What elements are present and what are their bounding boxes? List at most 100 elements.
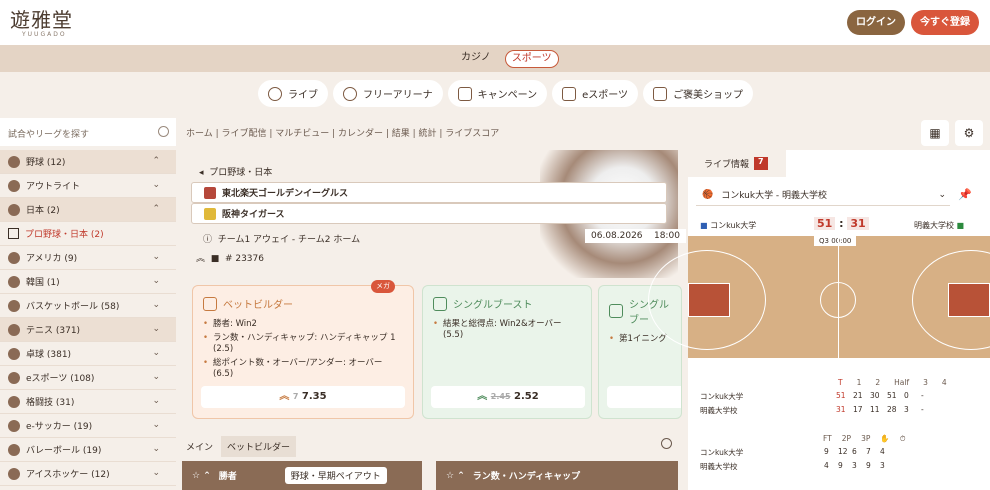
- sidebar-item[interactable]: 格闘技 (31) ⌄: [0, 390, 176, 414]
- chevron-icon[interactable]: ⌃: [152, 156, 160, 166]
- sidebar-item[interactable]: e-サッカー (19) ⌄: [0, 414, 176, 438]
- gear-icon[interactable]: ⚙: [955, 120, 983, 146]
- chevron-icon[interactable]: ⌄: [152, 348, 160, 358]
- pill-live[interactable]: ライブ: [258, 80, 328, 107]
- gamepad-icon: [562, 86, 577, 101]
- sidebar-item-label: 卓球 (381): [26, 350, 72, 360]
- flag-icon: [8, 251, 20, 264]
- chevron-icon[interactable]: ⌄: [152, 324, 160, 334]
- match-select[interactable]: 🏀 コンkuk大学 - 明義大学校 ⌄: [696, 184, 950, 206]
- live-info-panel: ライブ情報 7 🏀 コンkuk大学 - 明義大学校 ⌄ 📌 ■ コンkuk大学 51…: [648, 150, 990, 490]
- chevron-icon[interactable]: ⌄: [152, 372, 160, 382]
- calculator-icon[interactable]: ▦: [921, 120, 949, 146]
- event-datetime: 06.08.2026 18:00: [585, 229, 686, 243]
- chevron-icon[interactable]: ⌄: [152, 180, 160, 190]
- pin-icon[interactable]: 📌: [958, 188, 972, 201]
- payout-chip[interactable]: 野球・早期ペイアウト: [284, 467, 387, 484]
- score-cell: 51: [836, 391, 846, 400]
- stat-cell: 9: [838, 461, 843, 470]
- score-row: 明義大学校 31 17 11 28 3 -: [700, 405, 980, 416]
- breadcrumb[interactable]: ホーム | ライブ配信 | マルチビュー | カレンダー | 結果 | 統計 |…: [186, 126, 499, 139]
- stat-cell: 9: [824, 447, 829, 456]
- brand-logo[interactable]: 遊雅堂 YUUGADO: [10, 4, 73, 38]
- card-items: 勝者: Win2 ラン数・ハンディキャップ: ハンディキャップ 1 (2.5) …: [203, 319, 403, 380]
- search-input[interactable]: 試合やリーグを探す: [0, 118, 176, 146]
- sidebar-item[interactable]: バレーボール (19) ⌄: [0, 438, 176, 462]
- odd-button[interactable]: [607, 386, 681, 408]
- sidebar-item[interactable]: アメリカ (9) ⌄: [0, 246, 176, 270]
- odd-button[interactable]: ︽ 2.45 2.52: [431, 386, 585, 408]
- tab-casino[interactable]: カジノ: [455, 50, 497, 68]
- team2-row[interactable]: 阪神タイガース: [191, 203, 667, 224]
- event-date: 06.08.2026: [591, 231, 643, 241]
- pill-label: キャンペーン: [477, 90, 538, 101]
- trend-icon: [609, 304, 623, 318]
- boost-icon: ︽: [477, 391, 488, 402]
- tennis-icon: [8, 323, 20, 336]
- team1-row[interactable]: 東北楽天ゴールデンイーグルス: [191, 182, 667, 203]
- sidebar-item[interactable]: バスケットボール (58) ⌄: [0, 294, 176, 318]
- chevron-icon[interactable]: ⌄: [152, 276, 160, 286]
- chevron-icon[interactable]: ⌄: [152, 444, 160, 454]
- card-single-boost[interactable]: シングルブースト 結果と総得点: Win2&オーバー (5.5) ︽ 2.45 …: [422, 285, 592, 419]
- chevron-icon[interactable]: ⌃: [152, 204, 160, 214]
- sidebar-item[interactable]: 野球 (12) ⌃: [0, 150, 176, 174]
- flag-icon: [8, 275, 20, 288]
- card-item: 総ポイント数・オーバー/アンダー: オーバー (6.5): [203, 358, 403, 380]
- esoccer-icon: [8, 419, 20, 432]
- fight-icon: [8, 395, 20, 408]
- col-q1: 1: [856, 378, 862, 387]
- chevron-icon[interactable]: ⌄: [152, 300, 160, 310]
- chevron-icon[interactable]: ⌄: [152, 252, 160, 262]
- score-cell: 17: [853, 405, 863, 414]
- col-q4: 4: [941, 378, 947, 387]
- sidebar-item[interactable]: 卓球 (381) ⌄: [0, 342, 176, 366]
- login-button[interactable]: ログイン: [847, 10, 905, 35]
- stat-row: コンkuk大学 9 12 6 7 4: [700, 447, 894, 458]
- chevron-icon[interactable]: ⌄: [152, 396, 160, 406]
- sidebar-item[interactable]: 日本 (2) ⌃: [0, 198, 176, 222]
- basketball-court: Q3 00:00: [648, 236, 990, 358]
- market-title: ラン数・ハンディキャップ: [472, 472, 581, 482]
- chevron-down-icon: ⌄: [938, 189, 946, 200]
- header: 遊雅堂 YUUGADO ログイン 今すぐ登録: [0, 0, 990, 45]
- team1-logo: [204, 186, 216, 199]
- pill-free-arena[interactable]: フリーアリーナ: [333, 80, 443, 107]
- stat-cell: 4: [880, 447, 885, 456]
- tab-main[interactable]: メイン: [186, 440, 213, 453]
- tab-sports[interactable]: スポーツ: [504, 50, 559, 68]
- mega-badge: メガ: [371, 280, 395, 293]
- megaphone-icon: [457, 86, 472, 101]
- match-name: コンkuk大学 - 明義大学校: [721, 191, 828, 201]
- league-label[interactable]: ◂ プロ野球・日本: [199, 165, 272, 178]
- odd-button[interactable]: ︽ 7 7.35: [201, 386, 405, 408]
- podium-icon: [8, 179, 20, 192]
- home-score: 51: [814, 217, 836, 230]
- tab-bet-builder[interactable]: ベットビルダー: [221, 436, 297, 457]
- sidebar-item-label: 野球 (12): [26, 158, 66, 168]
- sidebar-item[interactable]: アウトライト ⌄: [0, 174, 176, 198]
- sidebar-item[interactable]: 韓国 (1) ⌄: [0, 270, 176, 294]
- score-cell: 31: [836, 405, 846, 414]
- away-team: 明義大学校 ■: [914, 220, 964, 231]
- chevron-icon[interactable]: ⌄: [152, 468, 160, 478]
- pill-esports[interactable]: eスポーツ: [552, 80, 639, 107]
- pill-reward-shop[interactable]: ご褒美ショップ: [643, 80, 754, 107]
- live-info-tab[interactable]: ライブ情報 7: [688, 150, 786, 177]
- sidebar-item[interactable]: アイスホッケー (12) ⌄: [0, 462, 176, 486]
- pill-campaign[interactable]: キャンペーン: [447, 80, 548, 107]
- foul-icon: ✋: [880, 434, 890, 443]
- sidebar-item[interactable]: プロ野球・日本 (2): [0, 222, 176, 246]
- market-search-icon[interactable]: [661, 438, 672, 449]
- home-name: コンkuk大学: [710, 221, 757, 230]
- card-bet-builder[interactable]: ベットビルダー 勝者: Win2 ラン数・ハンディキャップ: ハンディキャップ …: [192, 285, 414, 419]
- team2-logo: [204, 207, 216, 220]
- sidebar-item[interactable]: eスポーツ (108) ⌄: [0, 366, 176, 390]
- search-icon[interactable]: [158, 126, 169, 137]
- market-header-winner[interactable]: ☆ ⌃ 勝者 野球・早期ペイアウト: [182, 461, 422, 490]
- market-header-handicap[interactable]: ☆ ⌃ ラン数・ハンディキャップ: [436, 461, 678, 490]
- chevron-icon[interactable]: ⌄: [152, 420, 160, 430]
- sidebar-item[interactable]: テニス (371) ⌄: [0, 318, 176, 342]
- register-button[interactable]: 今すぐ登録: [911, 10, 979, 35]
- trend-icon: [433, 296, 447, 311]
